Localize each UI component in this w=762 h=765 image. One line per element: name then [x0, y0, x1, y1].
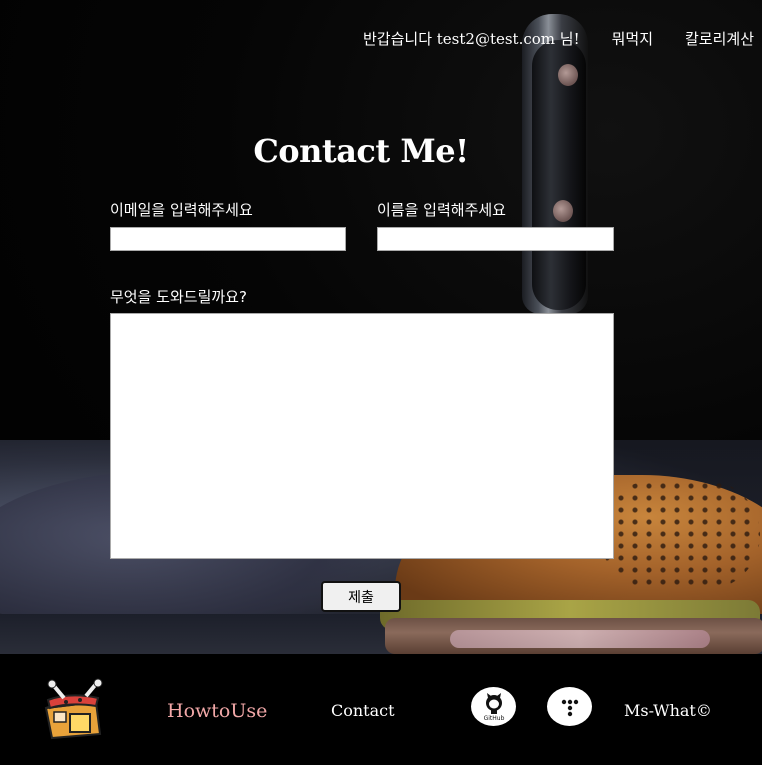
name-field[interactable] — [377, 227, 614, 251]
submit-button[interactable]: 제출 — [321, 581, 401, 612]
github-link-button[interactable]: GitHub — [471, 687, 516, 726]
message-textarea[interactable] — [110, 313, 614, 559]
svg-text:GitHub: GitHub — [483, 715, 504, 722]
burger-onion — [450, 630, 710, 648]
food-box-logo-icon[interactable] — [40, 678, 114, 742]
nav-link-what-to-eat[interactable]: 뭐먹지 — [612, 28, 653, 49]
sesame-seeds — [600, 480, 760, 590]
footer-link-contact[interactable]: Contact — [331, 701, 395, 720]
knife-rivet — [553, 200, 573, 222]
email-field[interactable] — [110, 227, 346, 251]
github-icon: GitHub — [483, 692, 504, 722]
nav-link-calorie-calculator[interactable]: 칼로리계산 — [685, 28, 754, 49]
top-navigation: 반갑습니다 test2@test.com 님! 뭐먹지 칼로리계산 — [363, 28, 762, 49]
footer-link-howtouse[interactable]: HowtoUse — [167, 700, 267, 722]
name-label: 이름을 입력해주세요 — [377, 201, 506, 219]
footer: HowtoUse Contact GitHub Ms-What© — [0, 654, 762, 765]
user-greeting: 반갑습니다 test2@test.com 님! — [363, 30, 580, 48]
knife-rivet — [558, 64, 578, 86]
email-label: 이메일을 입력해주세요 — [110, 201, 253, 219]
copyright-text: Ms-What© — [624, 701, 712, 720]
page: 반갑습니다 test2@test.com 님! 뭐먹지 칼로리계산 Contac… — [0, 0, 762, 765]
message-label: 무엇을 도와드릴까요? — [110, 288, 247, 306]
tistory-link-button[interactable] — [547, 687, 592, 726]
page-title: Contact Me! — [253, 132, 469, 170]
tistory-icon — [561, 699, 578, 716]
